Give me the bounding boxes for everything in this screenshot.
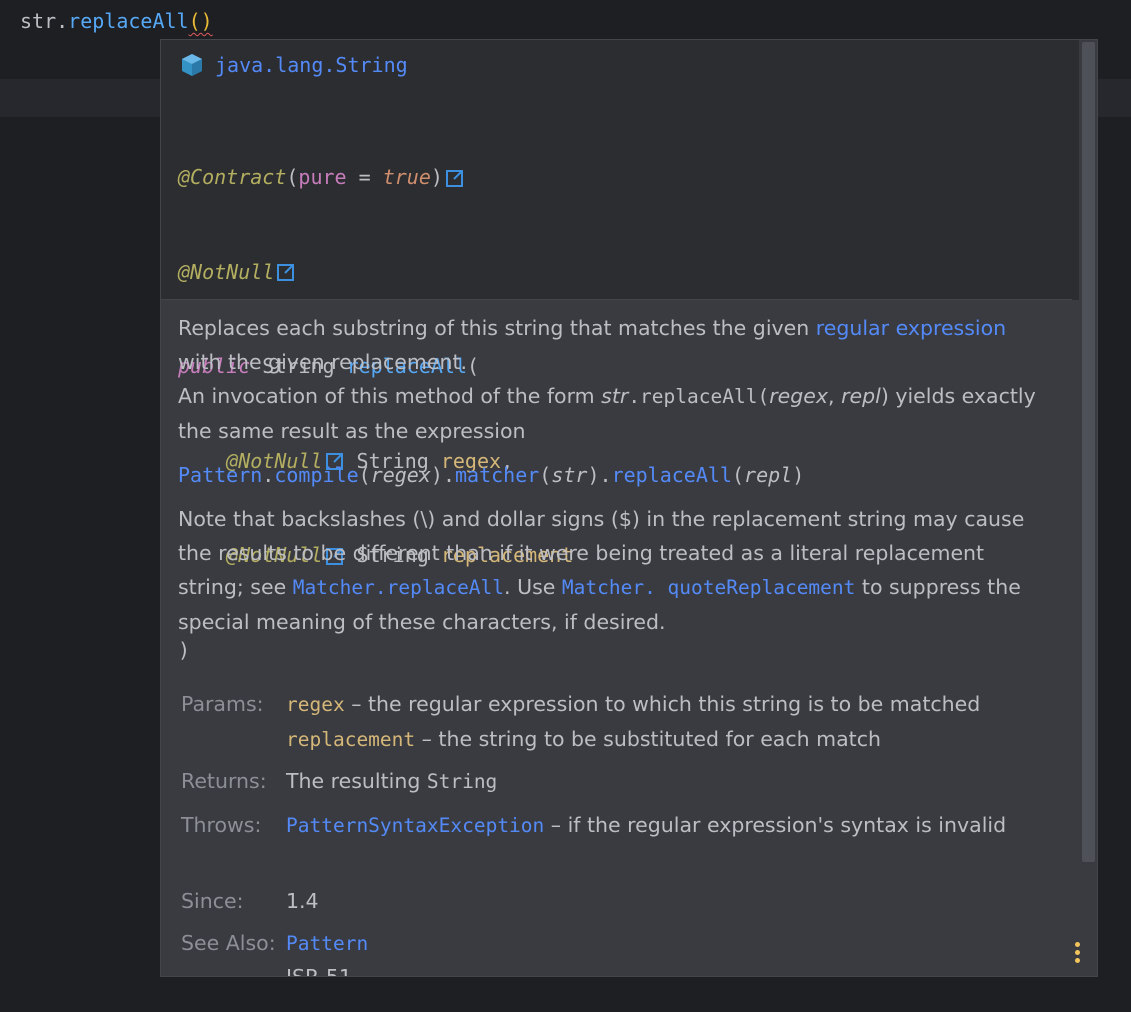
code-parens-error: () [188,9,213,33]
throws-label: Throws: [181,813,262,837]
contract-annotation[interactable]: @Contract [178,162,286,194]
contract-close: ) [430,165,443,189]
documentation-popup[interactable]: java.lang.String @Contract(pure = true) … [160,39,1098,977]
close-paren: ) [178,637,191,662]
matcher-link[interactable]: matcher [455,463,539,487]
desc-text: Replaces each substring of this string t… [178,316,816,340]
param-name: regex [286,693,345,716]
contract-eq: = [346,165,383,189]
desc-text: with the given replacement. [178,350,468,374]
description-paragraph-3: Note that backslashes (\) and dollar sig… [178,502,1038,639]
code-method: replaceAll [68,9,189,33]
expr-paren: ) [430,463,443,487]
desc-regex: regex [769,384,829,408]
pattern-syntax-exception-link[interactable]: PatternSyntaxException [286,814,544,837]
code-receiver: str [20,9,57,33]
sig-line-notnull: @NotNull [178,257,573,289]
desc-repl: repl [841,384,881,408]
returns-label: Returns: [181,769,267,793]
description-paragraph-2: An invocation of this method of the form… [178,379,1038,448]
more-vertical-icon[interactable] [1073,942,1081,966]
replaceall-link[interactable]: replaceAll [612,463,732,487]
expr-paren: ) [587,463,600,487]
expr-dot: . [599,463,612,487]
returns-def: The resulting String [286,764,1046,799]
since-value: 1.4 [286,889,319,913]
example-expression: Pattern.compile(regex).matcher(str).repl… [178,458,1038,492]
package-row: java.lang.String [179,50,408,80]
param-regex: regex – the regular expression to which … [286,687,1046,722]
desc-text: . Use [504,575,562,599]
param-name: replacement [286,728,416,751]
code-line[interactable]: str.replaceAll() [20,6,213,36]
throws-def: PatternSyntaxException – if the regular … [286,808,1046,843]
desc-str: str [601,384,629,408]
code-dot: . [56,9,69,33]
description-paragraph-1: Replaces each substring of this string t… [178,311,1038,379]
quote-replacement-link[interactable]: Matcher. quoteReplacement [562,576,856,599]
expr-dot: . [442,463,455,487]
class-package-icon [182,54,202,76]
desc-method: .replaceAll( [628,385,770,408]
contract-open: ( [286,165,299,189]
desc-close: ) [880,384,889,408]
expr-arg: repl [744,463,793,487]
since-label: Since: [181,889,244,913]
package-link[interactable]: java.lang.String [215,53,408,77]
description: Replaces each substring of this string t… [178,311,1038,639]
expr-paren: ) [792,463,805,487]
external-link-icon[interactable] [445,168,465,188]
scrollbar-thumb[interactable] [1082,42,1095,862]
see-also-label: See Also: [181,931,276,955]
matcher-replaceall-link[interactable]: Matcher.replaceAll [293,576,504,599]
desc-text: An invocation of this method of the form [178,384,602,408]
param-desc: – the regular expression to which this s… [344,692,981,716]
external-link-icon[interactable] [276,262,296,282]
sig-line-close: ) [178,635,573,667]
expr-paren: ( [731,463,745,487]
see-also-def: Pattern JSR-51 [286,926,1046,977]
contract-value: true [382,165,431,189]
compile-link[interactable]: compile [274,463,358,487]
desc-comma: , [828,384,842,408]
notnull-annotation[interactable]: @NotNull [178,257,274,289]
contract-attr: pure [298,165,347,189]
returns-text: The resulting [286,769,427,793]
since-def: 1.4 [286,884,1046,918]
param-replacement: replacement – the string to be substitut… [286,722,1046,757]
code-editor[interactable]: str.replaceAll() java.lang.String @Contr… [0,0,1131,1012]
pattern-link[interactable]: Pattern [178,463,262,487]
throws-desc: – if the regular expression's syntax is … [544,813,1007,837]
see-also-cutoff: JSR-51 [286,965,352,977]
expr-paren: ( [539,463,552,487]
expr-arg: regex [370,463,431,487]
see-also-pattern-link[interactable]: Pattern [286,932,368,955]
scrollbar[interactable] [1079,40,1097,976]
expr-dot: . [262,463,275,487]
params-def: regex – the regular expression to which … [286,687,1046,757]
returns-type: String [426,770,498,793]
sig-line-contract: @Contract(pure = true) [178,162,573,194]
param-desc: – the string to be substituted for each … [415,727,881,751]
regular-expression-link[interactable]: regular expression [816,316,1006,340]
expr-arg: str [551,463,588,487]
expr-paren: ( [358,463,371,487]
params-label: Params: [181,692,264,716]
